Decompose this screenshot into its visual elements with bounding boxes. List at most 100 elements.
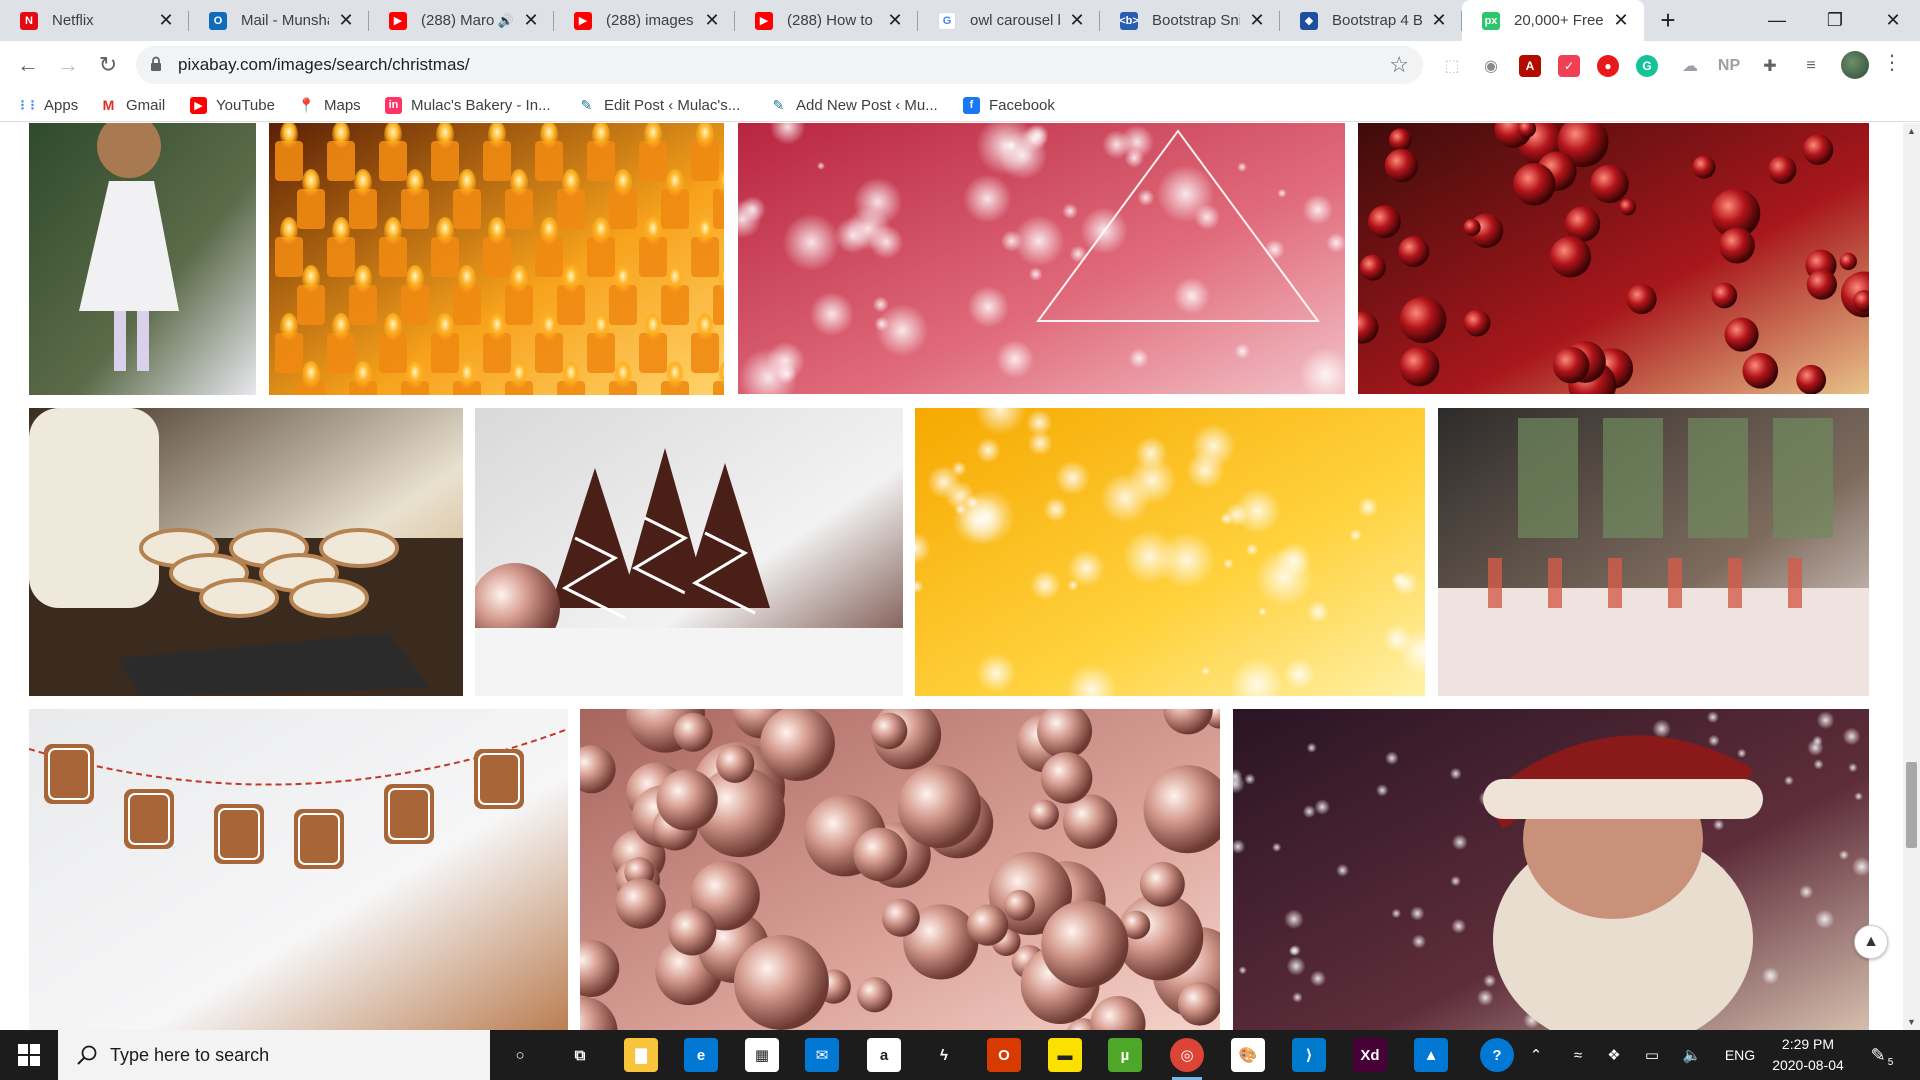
puzzle-extensions-icon[interactable]: ✚ [1759,55,1781,77]
outlook-icon: O [209,11,227,30]
bookmark-item[interactable]: ▶ YouTube [190,95,275,115]
back-button[interactable]: ← [12,49,44,81]
clock[interactable]: 2:29 PM 2020-08-04 [1760,1034,1856,1076]
help-icon[interactable]: ? [1480,1038,1514,1072]
browser-tab[interactable]: Gowl carousel bo ✕ [918,0,1100,41]
browser-tab[interactable]: ▶ (288) Maro 🔊 ✕ [369,0,554,41]
tab-close-button[interactable]: ✕ [335,10,357,32]
browser-tab[interactable]: px 20,000+ Free C ✕ [1462,0,1644,41]
address-bar[interactable]: pixabay.com/images/search/christmas/ ☆ [136,46,1423,84]
reading-list-icon[interactable]: ≡ [1800,55,1822,77]
mail-icon[interactable]: ✉ [805,1038,839,1072]
tab-audio-icon[interactable]: 🔊 [498,13,514,29]
reload-button[interactable]: ↻ [92,49,124,81]
vscode-icon[interactable]: ⟩ [1292,1038,1326,1072]
bookmark-label: Maps [324,96,361,114]
photo-red-ornaments-market[interactable] [1346,123,1887,409]
scroll-up-arrow[interactable]: ▲ [1906,126,1917,136]
browser-tab[interactable]: N Netflix ✕ [0,0,189,41]
new-tab-button[interactable]: + [1654,5,1682,35]
adblock-extension-icon[interactable]: ● [1597,55,1619,77]
bookmark-star-icon[interactable]: ☆ [1389,52,1409,78]
pocket-extension-icon[interactable]: ✓ [1558,55,1580,77]
url-text[interactable]: pixabay.com/images/search/christmas/ [178,46,470,84]
forward-button[interactable]: → [52,49,84,81]
bookmark-item[interactable]: f Facebook [963,95,1055,115]
tab-close-button[interactable]: ✕ [701,10,723,32]
photo-golden-bokeh[interactable] [899,383,1446,715]
back-to-top-button[interactable]: ▲ [1854,925,1888,959]
paint-icon[interactable]: 🎨 [1231,1038,1265,1072]
bookmark-item[interactable]: M Gmail [100,95,165,115]
browser-tab[interactable]: O Mail - Munshat ✕ [189,0,369,41]
browser-toolbar: ← → ↻ pixabay.com/images/search/christma… [0,41,1920,88]
task-view-icon[interactable]: ⧉ [563,1038,597,1072]
profile-avatar[interactable] [1841,51,1869,79]
bookmark-item[interactable]: ✎ Add New Post ‹ Mu... [770,95,938,115]
dropbox-icon[interactable]: ❖ [1602,1030,1626,1080]
sticky-notes-icon[interactable]: ▬ [1048,1038,1082,1072]
taskbar-search-box[interactable]: Type here to search [58,1030,490,1080]
browser-tab[interactable]: ◆ Bootstrap 4 Ba ✕ [1280,0,1462,41]
photos-icon[interactable]: ▲ [1414,1038,1448,1072]
photo-santa[interactable] [1226,709,1872,1030]
extension-gray-icon[interactable]: ⬚ [1441,55,1463,77]
minimize-button[interactable]: — [1748,0,1806,41]
store-icon[interactable]: ▦ [745,1038,779,1072]
netflix-icon: N [20,11,38,30]
tab-close-button[interactable]: ✕ [520,10,542,32]
np-extension-icon[interactable]: NP [1718,55,1740,77]
acrobat-extension-icon[interactable]: A [1519,55,1541,77]
scrollbar-thumb[interactable] [1906,762,1917,848]
chrome-menu-icon[interactable]: ⋮ [1882,50,1902,80]
bookmark-item[interactable]: ✎ Edit Post ‹ Mulac's... [578,95,740,115]
cloud-extension-icon[interactable]: ☁ [1679,55,1701,77]
tab-close-button[interactable]: ✕ [1610,10,1632,32]
page-scrollbar[interactable] [1903,123,1920,1030]
start-button[interactable] [0,1030,58,1080]
camera-extension-icon[interactable]: ◉ [1480,55,1502,77]
tab-close-button[interactable]: ✕ [884,10,906,32]
maximize-button[interactable]: ❐ [1806,0,1864,41]
volume-icon[interactable]: 🔈 [1680,1030,1704,1080]
amazon-icon[interactable]: a [867,1038,901,1072]
tab-close-button[interactable]: ✕ [1066,10,1088,32]
photo-gingerbread-trees[interactable] [470,408,903,696]
task-view-cortana-icon[interactable]: ○ [503,1038,537,1072]
close-window-button[interactable]: ✕ [1864,0,1920,41]
tab-close-button[interactable]: ✕ [155,10,177,32]
file-explorer-icon[interactable]: ▇ [624,1038,658,1072]
office-icon[interactable]: O [987,1038,1021,1072]
photo-pink-ornaments[interactable] [547,674,1244,1030]
chrome-icon[interactable]: ◎ [1170,1038,1204,1080]
bookmark-item[interactable]: ⋮⋮ Apps [17,95,79,115]
browser-tab[interactable]: ▶ (288) images o ✕ [554,0,735,41]
show-hidden-icons-button[interactable]: ⌃ [1524,1030,1548,1080]
photo-girl-white-dress[interactable] [29,123,256,395]
tab-close-button[interactable]: ✕ [1428,10,1450,32]
photo-red-bokeh-tree[interactable] [723,123,1352,407]
bookmark-item[interactable]: 📍 Maps [298,95,361,115]
battery-icon[interactable]: ▭ [1640,1030,1664,1080]
scroll-down-arrow[interactable]: ▼ [1906,1017,1917,1027]
lock-icon[interactable] [150,56,162,72]
browser-tab[interactable]: ▶ (288) How to m ✕ [735,0,918,41]
tab-close-button[interactable]: ✕ [1246,10,1268,32]
language-indicator[interactable]: ENG [1720,1030,1760,1080]
maps-icon: 📍 [297,96,316,114]
adobe-xd-icon[interactable]: Xd [1353,1038,1387,1072]
network-icon[interactable]: ≈ [1566,1030,1590,1080]
grammarly-extension-icon[interactable]: G [1636,55,1658,77]
edge-icon[interactable]: e [684,1038,718,1072]
app-bolt-icon[interactable]: ϟ [927,1038,961,1072]
photo-christmas-table[interactable] [1438,408,1869,696]
photo-gingerbread-garland[interactable] [29,709,568,1030]
browser-tab[interactable]: <b> Bootstrap Snipp ✕ [1100,0,1280,41]
bookmark-label: Edit Post ‹ Mulac's... [604,96,741,114]
notifications-button[interactable]: ✎ 5 [1862,1030,1902,1080]
photo-star-cookies[interactable] [29,408,463,696]
photo-candles[interactable] [269,123,741,421]
utorrent-icon[interactable]: µ [1108,1038,1142,1072]
bookmark-item[interactable]: in Mulac's Bakery - In... [385,95,551,115]
wordpress-icon: ✎ [770,96,787,114]
